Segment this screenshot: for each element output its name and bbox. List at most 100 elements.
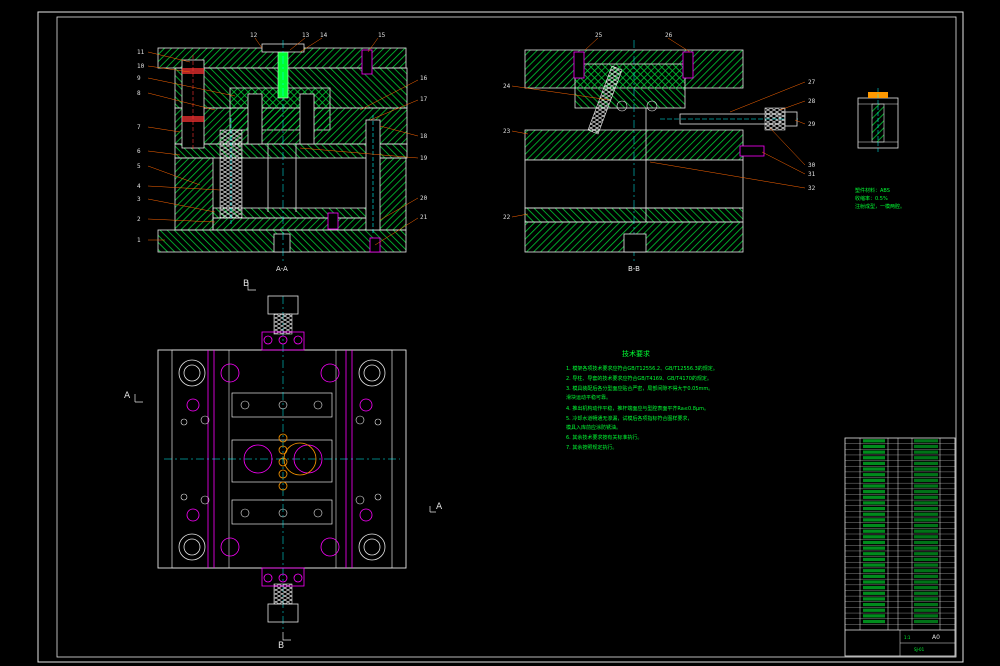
aa-part-16: 16 — [420, 75, 428, 82]
section-b-b-label: B-B — [628, 265, 640, 273]
cad-drawing-canvas[interactable]: 11 10 9 8 7 6 5 4 3 2 1 12 13 14 15 16 1… — [0, 0, 1000, 666]
title-block-cell — [863, 490, 885, 494]
title-block-cell — [863, 602, 885, 607]
title-block-cell — [863, 597, 885, 601]
title-block-cell — [914, 467, 938, 471]
title-block[interactable] — [844, 437, 956, 657]
aa-part-2: 2 — [137, 216, 141, 223]
title-block-cell — [914, 614, 938, 618]
aa-part-5: 5 — [137, 163, 141, 170]
aa-part-3: 3 — [137, 196, 141, 203]
plan-section-mark-b-top: B — [243, 279, 249, 289]
plan-view[interactable] — [134, 282, 436, 641]
title-block-cell — [914, 484, 938, 488]
title-block-cell — [914, 569, 938, 573]
title-block-drawing-no: SJ-01 — [914, 647, 925, 652]
aa-part-12: 12 — [250, 32, 258, 39]
title-block-cell — [914, 557, 938, 562]
note-6: 6. 其余技术要求按有关标准执行。 — [566, 434, 642, 441]
title-block-cell — [914, 529, 938, 533]
title-block-cell — [914, 461, 938, 466]
notes-title: 技术要求 — [622, 349, 650, 358]
aa-part-6: 6 — [137, 148, 141, 155]
bb-part-32: 32 — [808, 185, 816, 192]
title-block-cell — [863, 523, 885, 528]
section-a-a-view[interactable] — [147, 37, 419, 262]
plan-section-mark-a-left: A — [124, 391, 131, 401]
title-block-cell — [863, 608, 885, 612]
title-block-cell — [914, 439, 938, 443]
bb-part-22: 22 — [503, 214, 511, 221]
aa-part-8: 8 — [137, 90, 141, 97]
title-block-cell — [914, 608, 938, 612]
aa-part-18: 18 — [420, 133, 428, 140]
title-block-cell — [914, 580, 938, 584]
note-1: 1. 模架各项技术要求应符合GB/T12556.2、GB/T12556.3的规定… — [566, 365, 718, 372]
note-5: 5. 冷却水道畅通无渗漏，试模后各项指标符合图样要求， — [566, 415, 692, 422]
bb-part-23: 23 — [503, 128, 511, 135]
title-block-cell — [863, 529, 885, 533]
title-block-sheet-size: A0 — [932, 634, 940, 641]
title-block-cell — [914, 574, 938, 578]
title-block-cell — [863, 478, 885, 482]
note-3b: 滑块运动平稳可靠。 — [566, 394, 611, 401]
title-block-cell — [863, 614, 885, 618]
plan-section-mark-a-right: A — [436, 502, 443, 512]
title-block-cell — [863, 450, 885, 454]
plastic-part-detail[interactable] — [857, 88, 899, 152]
note-2: 2. 导柱、导套的技术要求应符合GB/T4169、GB/T4170的规定。 — [566, 375, 712, 382]
bb-part-27: 27 — [808, 79, 816, 86]
aa-part-20: 20 — [420, 195, 428, 202]
aa-part-21: 21 — [420, 214, 428, 221]
title-block-cell — [914, 586, 938, 590]
section-b-b-view[interactable] — [511, 37, 806, 262]
title-block-cell — [914, 518, 938, 522]
aa-part-9: 9 — [137, 75, 141, 82]
title-block-cell — [863, 484, 885, 488]
note-3: 3. 模具装配后各分型面应贴合严密，局部间隙不得大于0.05mm。 — [566, 385, 713, 392]
aa-part-1: 1 — [137, 237, 141, 244]
title-block-cell — [863, 591, 885, 595]
technical-requirements: 技术要求 1. 模架各项技术要求应符合GB/T12556.2、GB/T12556… — [566, 349, 718, 451]
aa-part-7: 7 — [137, 124, 141, 131]
title-block-cell — [863, 546, 885, 550]
section-a-a-label: A-A — [276, 265, 288, 273]
title-block-cell — [863, 619, 885, 624]
title-block-cell — [914, 495, 938, 499]
bb-part-26: 26 — [665, 32, 673, 39]
title-block-cell — [914, 552, 938, 556]
bb-part-31: 31 — [808, 171, 816, 178]
title-block-cell — [863, 540, 885, 545]
title-block-cell — [914, 535, 938, 539]
bb-part-30: 30 — [808, 162, 816, 169]
title-block-cell — [863, 518, 885, 522]
title-block-cell — [914, 506, 938, 511]
aa-part-11: 11 — [137, 49, 145, 56]
title-block-cell — [863, 506, 885, 511]
title-block-cell — [863, 569, 885, 573]
title-block-cell — [914, 619, 938, 624]
title-block-cell — [914, 591, 938, 595]
title-block-cell — [914, 456, 938, 460]
title-block-cell — [863, 495, 885, 499]
side-note-line-1: 塑件材料：ABS — [855, 187, 890, 194]
aa-part-17: 17 — [420, 96, 428, 103]
title-block-cell — [914, 444, 938, 449]
plan-section-mark-b-bottom: B — [278, 641, 284, 651]
title-block-cell — [914, 473, 938, 477]
title-block-cell — [914, 478, 938, 482]
title-block-cell — [914, 450, 938, 454]
bb-part-24: 24 — [503, 83, 511, 90]
note-7: 7. 其余按照规定执行。 — [566, 444, 617, 451]
title-block-cell — [863, 461, 885, 466]
title-block-cell — [914, 501, 938, 505]
title-block-cell — [863, 586, 885, 590]
title-block-cell — [914, 512, 938, 516]
title-block-cell — [914, 602, 938, 607]
note-4: 4. 推出机构动作平稳，推杆端面应与型腔表面平齐Ra≤0.8μm。 — [566, 405, 709, 412]
aa-part-4: 4 — [137, 183, 141, 190]
title-block-cell — [914, 540, 938, 545]
title-block-cell — [863, 535, 885, 539]
title-block-cell — [914, 546, 938, 550]
side-note-line-2: 收缩率：0.5% — [855, 195, 888, 202]
